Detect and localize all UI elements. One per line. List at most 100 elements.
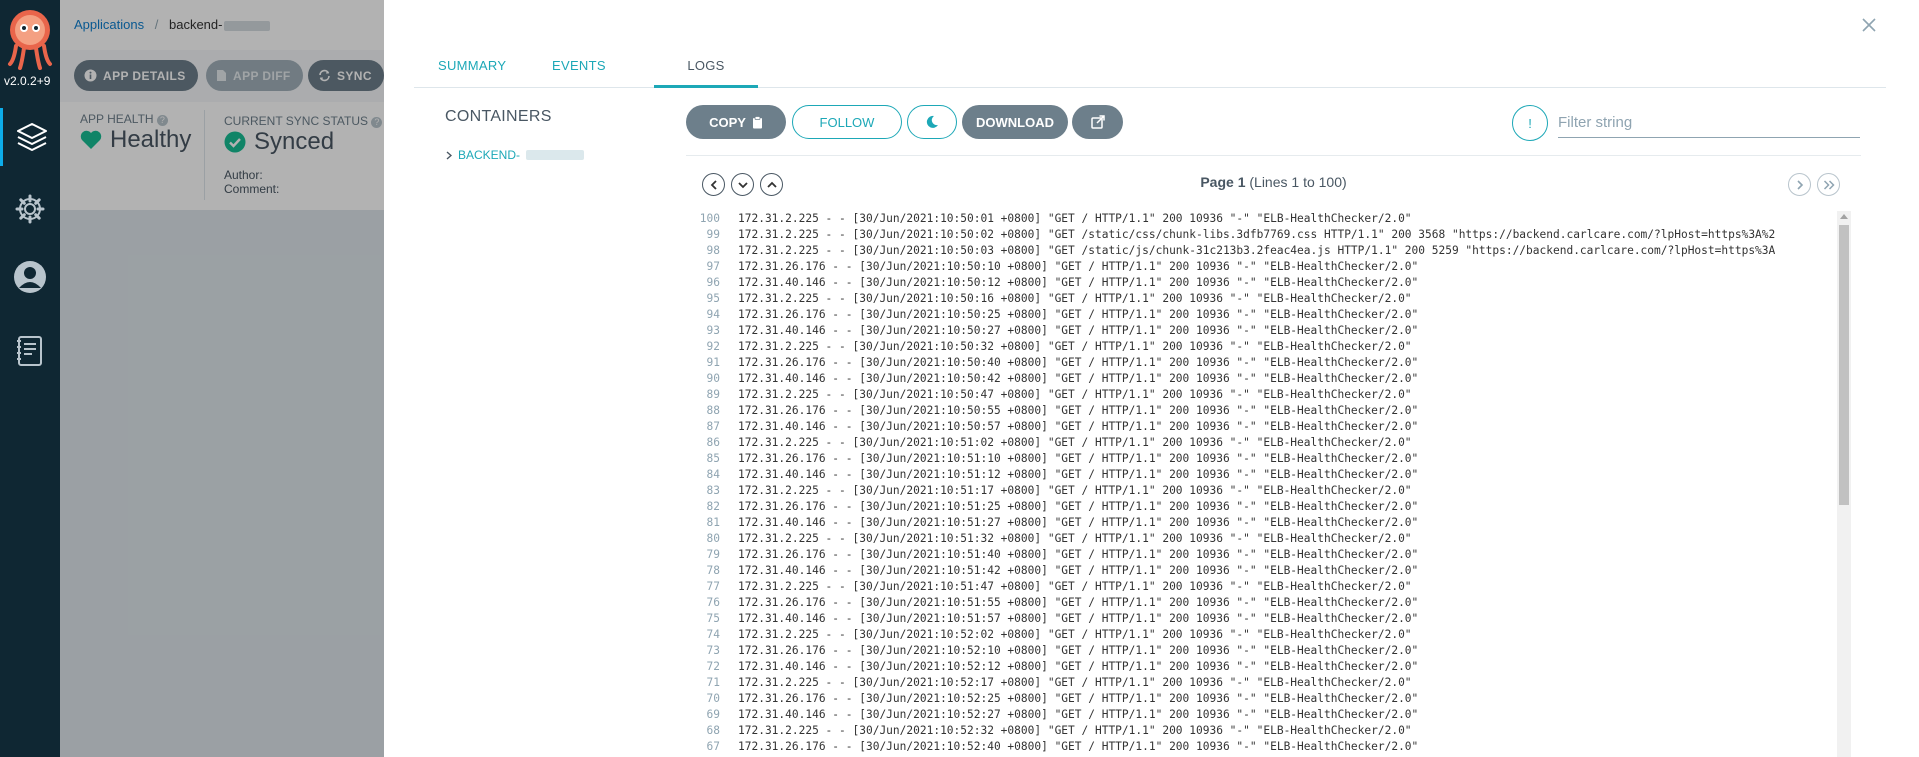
log-line: 71 172.31.2.225 - - [30/Jun/2021:10:52:17…: [686, 675, 1837, 691]
last-page-button[interactable]: [1817, 173, 1840, 196]
log-line-text: 172.31.2.225 - - [30/Jun/2021:10:50:32 +…: [738, 340, 1412, 353]
log-line: 68 172.31.2.225 - - [30/Jun/2021:10:52:32…: [686, 723, 1837, 739]
log-line-number: 82: [706, 500, 720, 513]
log-line-text: 172.31.26.176 - - [30/Jun/2021:10:52:25 …: [738, 692, 1419, 705]
filter-input[interactable]: [1558, 108, 1860, 138]
log-line: 74 172.31.2.225 - - [30/Jun/2021:10:52:02…: [686, 627, 1837, 643]
log-line-text: 172.31.2.225 - - [30/Jun/2021:10:50:01 +…: [738, 212, 1412, 225]
dark-mode-toggle[interactable]: [907, 105, 957, 139]
open-external-button[interactable]: [1072, 105, 1123, 139]
nav-item-applications[interactable]: [0, 108, 60, 166]
tab-logs[interactable]: LOGS: [654, 58, 758, 88]
log-line-number: 78: [706, 564, 720, 577]
log-line: 83 172.31.2.225 - - [30/Jun/2021:10:51:17…: [686, 483, 1837, 499]
log-line-number: 90: [706, 372, 720, 385]
log-line: 77 172.31.2.225 - - [30/Jun/2021:10:51:47…: [686, 579, 1837, 595]
log-line-number: 70: [706, 692, 720, 705]
argo-logo-icon[interactable]: [6, 8, 54, 70]
log-line: 99 172.31.2.225 - - [30/Jun/2021:10:50:02…: [686, 227, 1837, 243]
log-line: 86 172.31.2.225 - - [30/Jun/2021:10:51:02…: [686, 435, 1837, 451]
log-line-text: 172.31.26.176 - - [30/Jun/2021:10:50:10 …: [738, 260, 1419, 273]
overlay-backdrop[interactable]: [60, 0, 384, 757]
page-info: Page 1 (Lines 1 to 100): [1200, 174, 1347, 190]
copy-button[interactable]: COPY: [686, 105, 786, 139]
log-line: 75 172.31.40.146 - - [30/Jun/2021:10:51:5…: [686, 611, 1837, 627]
log-line-number: 77: [706, 580, 720, 593]
log-line: 95 172.31.2.225 - - [30/Jun/2021:10:50:16…: [686, 291, 1837, 307]
log-line-number: 76: [706, 596, 720, 609]
log-line-number: 68: [706, 724, 720, 737]
log-line-text: 172.31.40.146 - - [30/Jun/2021:10:51:12 …: [738, 468, 1419, 481]
nav-item-documentation[interactable]: [0, 322, 60, 380]
log-line: 92 172.31.2.225 - - [30/Jun/2021:10:50:32…: [686, 339, 1837, 355]
log-line-number: 94: [706, 308, 720, 321]
close-panel-button[interactable]: [1858, 14, 1880, 36]
log-line-number: 81: [706, 516, 720, 529]
version-label: v2.0.2+9: [4, 74, 51, 88]
log-line-number: 100: [699, 212, 720, 225]
log-line: 78 172.31.40.146 - - [30/Jun/2021:10:51:4…: [686, 563, 1837, 579]
log-line-number: 75: [706, 612, 720, 625]
log-line: 80 172.31.2.225 - - [30/Jun/2021:10:51:32…: [686, 531, 1837, 547]
log-line-number: 83: [706, 484, 720, 497]
nav-item-settings[interactable]: [0, 180, 60, 238]
clipboard-icon: [752, 115, 762, 128]
log-line: 89 172.31.2.225 - - [30/Jun/2021:10:50:47…: [686, 387, 1837, 403]
log-line-text: 172.31.40.146 - - [30/Jun/2021:10:50:42 …: [738, 372, 1419, 385]
filter-exclamation-button[interactable]: !: [1512, 105, 1548, 141]
log-scrollbar[interactable]: [1837, 211, 1851, 757]
log-line-number: 95: [706, 292, 720, 305]
log-line-text: 172.31.2.225 - - [30/Jun/2021:10:52:32 +…: [738, 724, 1412, 737]
log-line-text: 172.31.26.176 - - [30/Jun/2021:10:52:10 …: [738, 644, 1419, 657]
nav-item-user-info[interactable]: [0, 248, 60, 306]
tab-events[interactable]: EVENTS: [552, 58, 616, 88]
log-line-text: 172.31.2.225 - - [30/Jun/2021:10:51:47 +…: [738, 580, 1412, 593]
log-line-number: 84: [706, 468, 720, 481]
log-line: 90 172.31.40.146 - - [30/Jun/2021:10:50:4…: [686, 371, 1837, 387]
log-line-number: 86: [706, 436, 720, 449]
user-icon: [14, 261, 46, 293]
follow-button[interactable]: FOLLOW: [792, 105, 902, 139]
left-nav: v2.0.2+9: [0, 0, 60, 757]
layers-icon: [16, 123, 47, 151]
log-line: 81 172.31.40.146 - - [30/Jun/2021:10:51:2…: [686, 515, 1837, 531]
log-line: 72 172.31.40.146 - - [30/Jun/2021:10:52:1…: [686, 659, 1837, 675]
log-line-text: 172.31.26.176 - - [30/Jun/2021:10:50:40 …: [738, 356, 1419, 369]
log-line-number: 96: [706, 276, 720, 289]
log-line-number: 69: [706, 708, 720, 721]
log-line: 100 172.31.2.225 - - [30/Jun/2021:10:50:0…: [686, 211, 1837, 227]
log-line-text: 172.31.26.176 - - [30/Jun/2021:10:51:25 …: [738, 500, 1419, 513]
log-line-text: 172.31.2.225 - - [30/Jun/2021:10:51:02 +…: [738, 436, 1412, 449]
next-page-button[interactable]: [1788, 173, 1811, 196]
log-line: 87 172.31.40.146 - - [30/Jun/2021:10:50:5…: [686, 419, 1837, 435]
log-line-number: 73: [706, 644, 720, 657]
log-line-number: 88: [706, 404, 720, 417]
log-line-text: 172.31.2.225 - - [30/Jun/2021:10:52:17 +…: [738, 676, 1412, 689]
log-line: 88 172.31.26.176 - - [30/Jun/2021:10:50:5…: [686, 403, 1837, 419]
scroll-up-arrow-icon[interactable]: [1840, 214, 1848, 219]
log-line: 76 172.31.26.176 - - [30/Jun/2021:10:51:5…: [686, 595, 1837, 611]
log-line: 97 172.31.26.176 - - [30/Jun/2021:10:50:1…: [686, 259, 1837, 275]
tab-summary[interactable]: SUMMARY: [438, 58, 518, 88]
container-item[interactable]: BACKEND-: [446, 148, 585, 162]
log-line-number: 72: [706, 660, 720, 673]
log-lines[interactable]: 100 172.31.2.225 - - [30/Jun/2021:10:50:0…: [686, 211, 1837, 757]
container-name: BACKEND-: [458, 148, 521, 162]
log-line: 82 172.31.26.176 - - [30/Jun/2021:10:51:2…: [686, 499, 1837, 515]
log-line-number: 99: [706, 228, 720, 241]
log-line: 67 172.31.26.176 - - [30/Jun/2021:10:52:4…: [686, 739, 1837, 755]
log-line-text: 172.31.2.225 - - [30/Jun/2021:10:50:02 +…: [738, 228, 1776, 241]
log-line-text: 172.31.40.146 - - [30/Jun/2021:10:50:57 …: [738, 420, 1419, 433]
log-line: 91 172.31.26.176 - - [30/Jun/2021:10:50:4…: [686, 355, 1837, 371]
log-line-number: 89: [706, 388, 720, 401]
log-line-number: 74: [706, 628, 720, 641]
log-line-text: 172.31.2.225 - - [30/Jun/2021:10:51:17 +…: [738, 484, 1412, 497]
gear-icon: [15, 194, 45, 224]
download-button[interactable]: DOWNLOAD: [962, 105, 1068, 139]
scrollbar-thumb[interactable]: [1839, 225, 1849, 505]
log-line-number: 93: [706, 324, 720, 337]
close-icon: [1862, 18, 1876, 32]
redacted-block: [526, 150, 585, 160]
chevron-right-icon: [1796, 179, 1803, 190]
log-line: 85 172.31.26.176 - - [30/Jun/2021:10:51:1…: [686, 451, 1837, 467]
